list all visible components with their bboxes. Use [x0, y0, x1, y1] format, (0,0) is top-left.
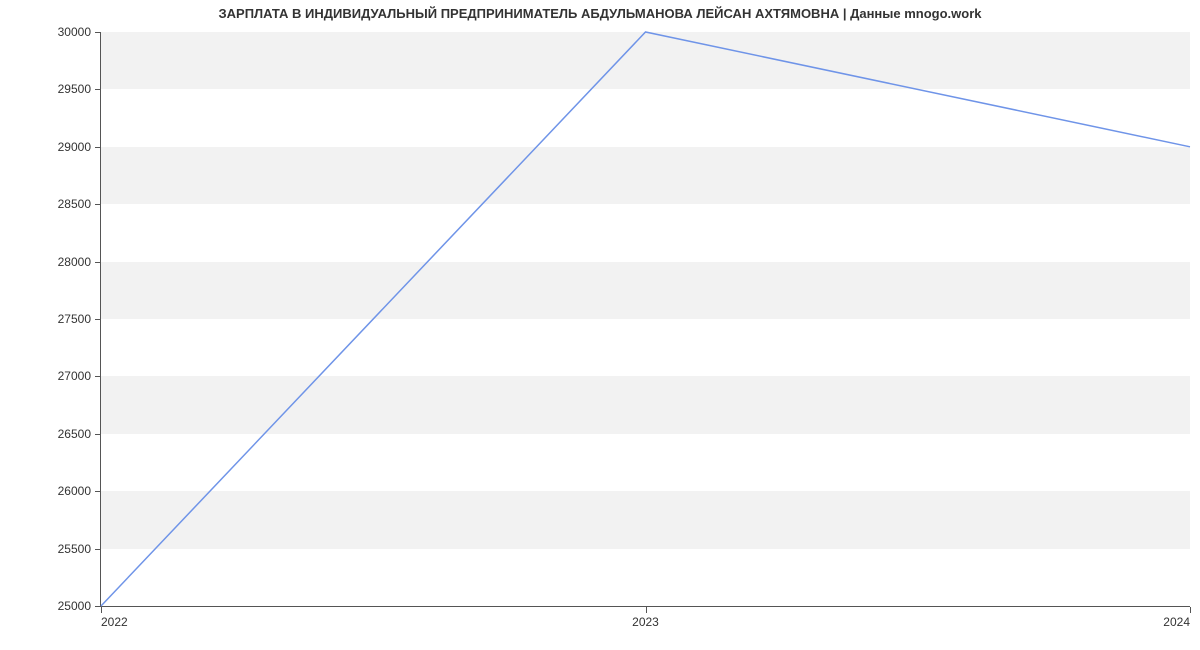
y-tick-label: 29500: [58, 82, 91, 96]
y-tick-mark: [95, 262, 101, 263]
x-tick-mark: [646, 607, 647, 613]
y-tick-mark: [95, 491, 101, 492]
plot-area: 2500025500260002650027000275002800028500…: [100, 32, 1190, 607]
y-tick-mark: [95, 147, 101, 148]
y-tick-mark: [95, 32, 101, 33]
x-tick-label: 2022: [101, 615, 128, 629]
y-tick-mark: [95, 319, 101, 320]
y-tick-label: 29000: [58, 140, 91, 154]
y-tick-mark: [95, 376, 101, 377]
y-tick-label: 25500: [58, 542, 91, 556]
y-tick-label: 28000: [58, 255, 91, 269]
y-tick-mark: [95, 549, 101, 550]
x-tick-mark: [101, 607, 102, 613]
data-line: [101, 32, 1190, 606]
y-tick-label: 26500: [58, 427, 91, 441]
y-tick-label: 27000: [58, 369, 91, 383]
x-tick-label: 2024: [1163, 615, 1190, 629]
y-tick-mark: [95, 434, 101, 435]
x-tick-label: 2023: [632, 615, 659, 629]
y-tick-label: 25000: [58, 599, 91, 613]
y-tick-mark: [95, 89, 101, 90]
y-tick-label: 27500: [58, 312, 91, 326]
salary-line-chart: ЗАРПЛАТА В ИНДИВИДУАЛЬНЫЙ ПРЕДПРИНИМАТЕЛ…: [0, 0, 1200, 650]
chart-title: ЗАРПЛАТА В ИНДИВИДУАЛЬНЫЙ ПРЕДПРИНИМАТЕЛ…: [0, 6, 1200, 21]
y-tick-mark: [95, 204, 101, 205]
y-tick-label: 26000: [58, 484, 91, 498]
y-tick-label: 30000: [58, 25, 91, 39]
y-tick-label: 28500: [58, 197, 91, 211]
x-tick-mark: [1190, 607, 1191, 613]
